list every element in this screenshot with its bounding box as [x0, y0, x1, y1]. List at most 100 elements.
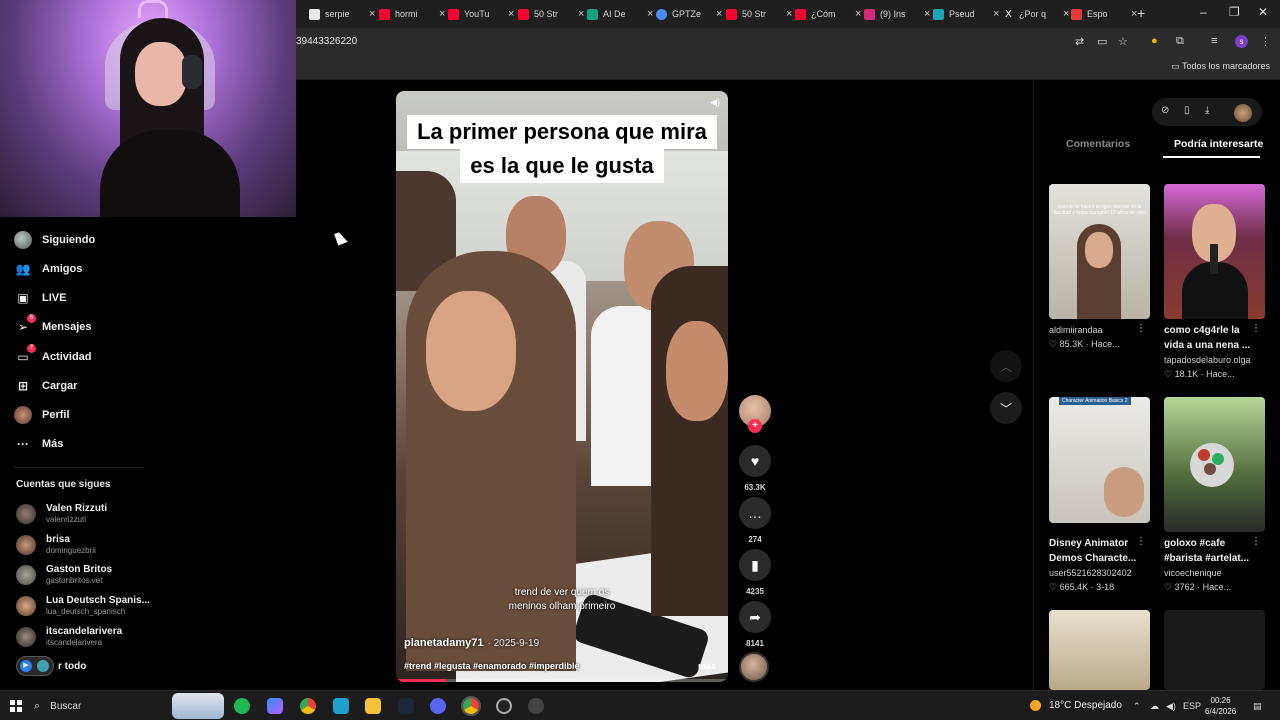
new-tab-button[interactable]: + — [1137, 5, 1145, 21]
browser-tab[interactable]: AI De × — [587, 4, 653, 24]
browser-tab[interactable]: X ¿Por q × — [1003, 4, 1069, 24]
cast-icon[interactable]: ▭ — [1097, 35, 1107, 48]
suggested-video-card[interactable] — [1164, 610, 1265, 690]
browser-tab[interactable]: serpie × — [309, 4, 375, 24]
video-thumbnail[interactable] — [1164, 610, 1265, 690]
suggested-video-card[interactable] — [1049, 610, 1150, 690]
notifications-icon[interactable]: ▤ — [1253, 701, 1262, 712]
compass-icon[interactable]: ⊘ — [1161, 105, 1169, 116]
discord-icon[interactable] — [430, 698, 446, 714]
next-video-button[interactable]: ﹀ — [990, 392, 1022, 424]
minimize-button[interactable]: – — [1200, 5, 1207, 19]
volume-icon[interactable]: ◀) — [1166, 701, 1176, 712]
more-options-icon[interactable]: ⋮ — [1251, 323, 1261, 334]
copilot-icon[interactable] — [267, 698, 283, 714]
close-window-button[interactable]: ✕ — [1258, 5, 1268, 19]
more-options-icon[interactable]: ⋮ — [1136, 536, 1146, 547]
see-all-button[interactable]: ▶ r todo — [16, 656, 86, 676]
tab-podria-interesarte[interactable]: Podría interesarte — [1174, 138, 1263, 150]
suggested-video-card[interactable]: Character Animation Basics 2 ⋮ Disney An… — [1049, 397, 1150, 594]
extension-color-icon[interactable]: ● — [1151, 35, 1158, 47]
url-field[interactable]: 39443326220 — [296, 36, 357, 47]
user-avatar[interactable] — [1234, 104, 1252, 122]
bookmark-star-icon[interactable]: ☆ — [1118, 35, 1128, 48]
video-author[interactable]: planetadamy71 · 2025-9-19 — [404, 637, 539, 649]
spotify-icon[interactable] — [234, 698, 250, 714]
browser-tab[interactable]: 50 Str × — [518, 4, 584, 24]
windows-start-icon[interactable] — [10, 700, 22, 712]
video-progress-bar[interactable] — [396, 679, 728, 682]
save-button[interactable]: ▮ 4235 — [738, 549, 772, 596]
file-explorer-icon[interactable] — [365, 698, 381, 714]
maximize-button[interactable]: ❐ — [1229, 5, 1240, 19]
browser-tab[interactable]: YouTu × — [448, 4, 514, 24]
browser-tab[interactable]: ¿Cóm × — [795, 4, 861, 24]
follow-plus-icon[interactable]: + — [748, 419, 762, 433]
close-icon[interactable]: × — [993, 8, 999, 20]
suggested-video-card[interactable]: ⋮ goloxo #cafe #barista #artelat... vico… — [1164, 397, 1265, 594]
close-icon[interactable]: × — [508, 8, 514, 20]
language-indicator[interactable]: ESP — [1183, 701, 1201, 711]
settings-icon[interactable] — [528, 698, 544, 714]
mobile-icon[interactable]: ▯ — [1184, 105, 1190, 116]
obs-icon[interactable] — [496, 698, 512, 714]
more-description-button[interactable]: más — [698, 661, 716, 671]
sidebar-item-amigos[interactable]: 👥 Amigos — [14, 257, 83, 281]
browser-tab[interactable]: hormi × — [379, 4, 445, 24]
like-button[interactable]: ♥ 63.3K — [738, 445, 772, 492]
close-icon[interactable]: × — [716, 8, 722, 20]
chrome-icon[interactable] — [300, 698, 316, 714]
media-icon[interactable]: ≡ — [1211, 35, 1217, 47]
close-icon[interactable]: × — [924, 8, 930, 20]
sidebar-item-perfil[interactable]: Perfil — [14, 403, 70, 427]
followed-account[interactable]: itscandelarivera itscandelarivera — [16, 624, 122, 650]
network-icon[interactable]: ☁ — [1150, 701, 1159, 712]
sidebar-item-cargar[interactable]: ⊞ Cargar — [14, 374, 78, 398]
browser-tab[interactable]: GPTZe × — [656, 4, 722, 24]
menu-kebab-icon[interactable]: ⋮ — [1260, 35, 1271, 48]
browser-tab[interactable]: 50 Str × — [726, 4, 792, 24]
search-highlight-image[interactable] — [172, 693, 224, 719]
more-options-icon[interactable]: ⋮ — [1136, 323, 1146, 334]
close-icon[interactable]: × — [369, 8, 375, 20]
sidebar-item-actividad[interactable]: ▭ 7 Actividad — [14, 344, 92, 369]
followed-account[interactable]: Lua Deutsch Spanis... lua_deutsch_spanisc… — [16, 593, 150, 619]
followed-account[interactable]: Gaston Britos gastonbritos.vet — [16, 562, 112, 588]
share-button[interactable]: ➦ 8141 — [738, 601, 772, 648]
video-thumbnail[interactable] — [1049, 610, 1150, 690]
suggested-video-card[interactable]: ⋮ como c4g4rle la vida a una nena ... ta… — [1164, 184, 1265, 381]
comment-button[interactable]: … 274 — [738, 497, 772, 544]
close-icon[interactable]: × — [578, 8, 584, 20]
sidebar-item-siguiendo[interactable]: Siguiendo — [14, 228, 95, 252]
steam-icon[interactable] — [398, 698, 414, 714]
overlay-toggle[interactable]: ▶ — [16, 656, 54, 676]
video-thumbnail[interactable] — [1164, 184, 1265, 319]
video-player[interactable]: ◀) La primer persona que mira es la que … — [396, 91, 728, 682]
followed-account[interactable]: Valen Rizzuti valenrizzuti — [16, 501, 107, 527]
video-hashtags[interactable]: #trend #legusta #enamorado #imperdible — [404, 661, 580, 671]
weather-widget[interactable]: 18°C Despejado — [1030, 700, 1122, 711]
download-icon[interactable]: ⤓ — [1205, 105, 1209, 116]
chrome-active-icon[interactable] — [461, 696, 481, 716]
browser-profile-avatar[interactable]: s — [1235, 35, 1248, 48]
sidebar-item-mensajes[interactable]: ➢ 5 Mensajes — [14, 314, 92, 339]
tab-comentarios[interactable]: Comentarios — [1066, 138, 1130, 150]
clock[interactable]: 00:26 6/4/2026 — [1205, 695, 1236, 717]
previous-video-button[interactable]: ︿ — [990, 350, 1022, 382]
close-icon[interactable]: × — [1063, 8, 1069, 20]
extensions-icon[interactable]: ⧉ — [1176, 35, 1184, 48]
close-icon[interactable]: × — [439, 8, 445, 20]
video-thumbnail[interactable]: cuando te haces amigas nuevas en la facu… — [1049, 184, 1150, 319]
sidebar-item-live[interactable]: ▣ LIVE — [14, 286, 66, 310]
more-options-icon[interactable]: ⋮ — [1251, 536, 1261, 547]
all-bookmarks-button[interactable]: ▭ Todos los marcadores — [1171, 61, 1270, 72]
close-icon[interactable]: × — [647, 8, 653, 20]
music-disc-avatar[interactable] — [739, 652, 769, 682]
translate-icon[interactable]: ⇄ — [1075, 35, 1084, 48]
volume-icon[interactable]: ◀) — [710, 97, 720, 108]
suggested-video-card[interactable]: cuando te haces amigas nuevas en la facu… — [1049, 184, 1150, 351]
close-icon[interactable]: × — [786, 8, 792, 20]
followed-account[interactable]: brisa dominguezbrii — [16, 532, 96, 558]
browser-tab[interactable]: (9) Ins × — [864, 4, 930, 24]
sidebar-item-mas[interactable]: ··· Más — [14, 432, 63, 456]
